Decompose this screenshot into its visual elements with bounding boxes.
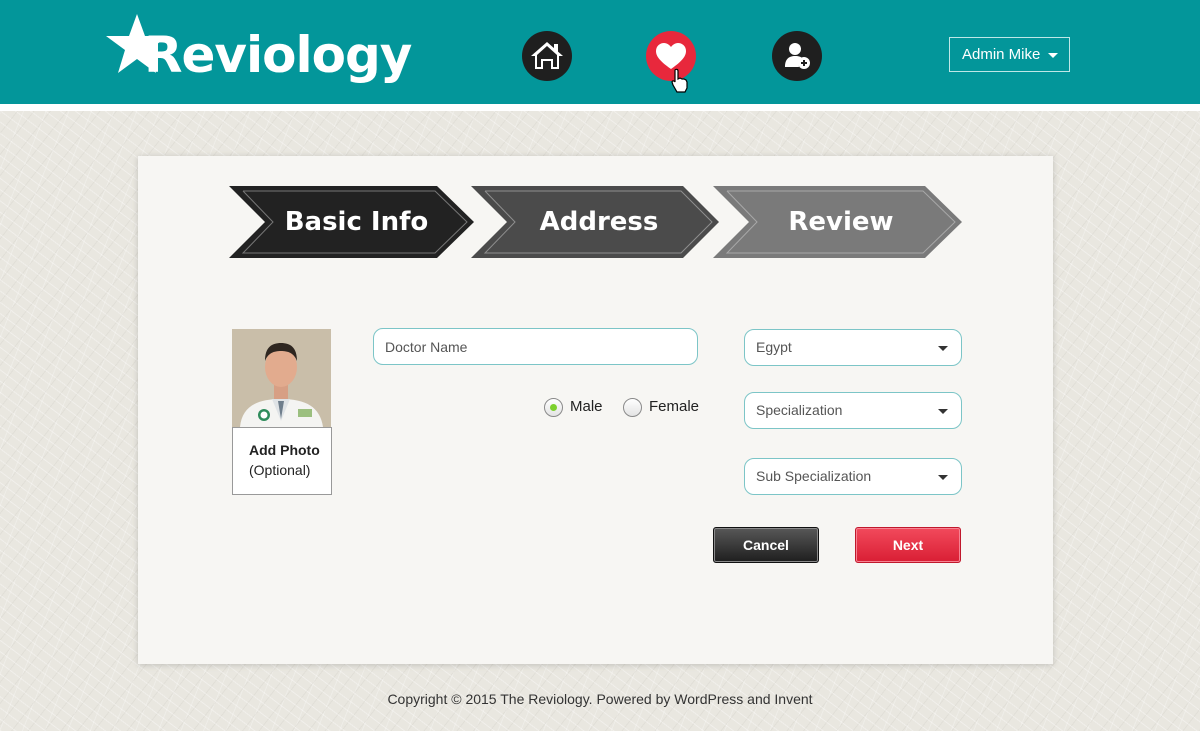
next-button[interactable]: Next (855, 527, 961, 563)
step-label: Review (788, 207, 894, 237)
radio-label: Female (649, 398, 700, 415)
header-divider (0, 104, 1200, 111)
add-user-icon (785, 43, 810, 69)
gender-radio-male[interactable]: Male (544, 398, 603, 418)
radio-selected-icon (544, 398, 563, 417)
gender-radio-female[interactable]: Female (623, 398, 699, 418)
sub-specialization-select-value: Sub Specialization (756, 468, 872, 484)
logo[interactable]: Reviology (104, 12, 412, 92)
nav-add-doctor-button[interactable] (772, 31, 822, 81)
chevron-down-icon (1048, 53, 1058, 58)
sub-specialization-select[interactable]: Sub Specialization (744, 458, 962, 495)
logo-text: Reviology (144, 26, 412, 84)
specialization-select-value: Specialization (756, 402, 843, 418)
chevron-down-icon (938, 409, 948, 414)
add-photo-button[interactable]: Add Photo (Optional) (232, 427, 332, 495)
pointer-cursor-icon (671, 68, 688, 93)
country-select[interactable]: Egypt (744, 329, 962, 366)
doctor-portrait-image (232, 329, 331, 427)
step-label: Address (539, 207, 659, 237)
step-label: Basic Info (284, 207, 429, 237)
footer-copyright: Copyright © 2015 The Reviology. Powered … (387, 691, 813, 707)
user-menu-label: Admin Mike (962, 46, 1041, 63)
doctor-photo[interactable] (232, 329, 331, 427)
radio-unselected-icon (623, 398, 642, 417)
step-review[interactable]: Review (713, 186, 962, 258)
chevron-down-icon (938, 346, 948, 351)
country-select-value: Egypt (756, 339, 792, 355)
nav-home-button[interactable] (522, 31, 572, 81)
site-header: Reviology Admin Mike (0, 0, 1200, 104)
optional-label: (Optional) (249, 462, 311, 478)
add-photo-label: Add Photo (249, 442, 320, 458)
step-basic-info[interactable]: Basic Info (229, 186, 474, 258)
home-icon (531, 42, 563, 69)
specialization-select[interactable]: Specialization (744, 392, 962, 429)
step-address[interactable]: Address (471, 186, 719, 258)
form-card: Basic Info Address Review Add Photo (Opt… (138, 156, 1053, 664)
user-menu-dropdown[interactable]: Admin Mike (949, 37, 1070, 72)
doctor-name-input[interactable] (373, 328, 698, 365)
chevron-down-icon (938, 475, 948, 480)
radio-label: Male (570, 398, 603, 415)
cancel-button[interactable]: Cancel (713, 527, 819, 563)
